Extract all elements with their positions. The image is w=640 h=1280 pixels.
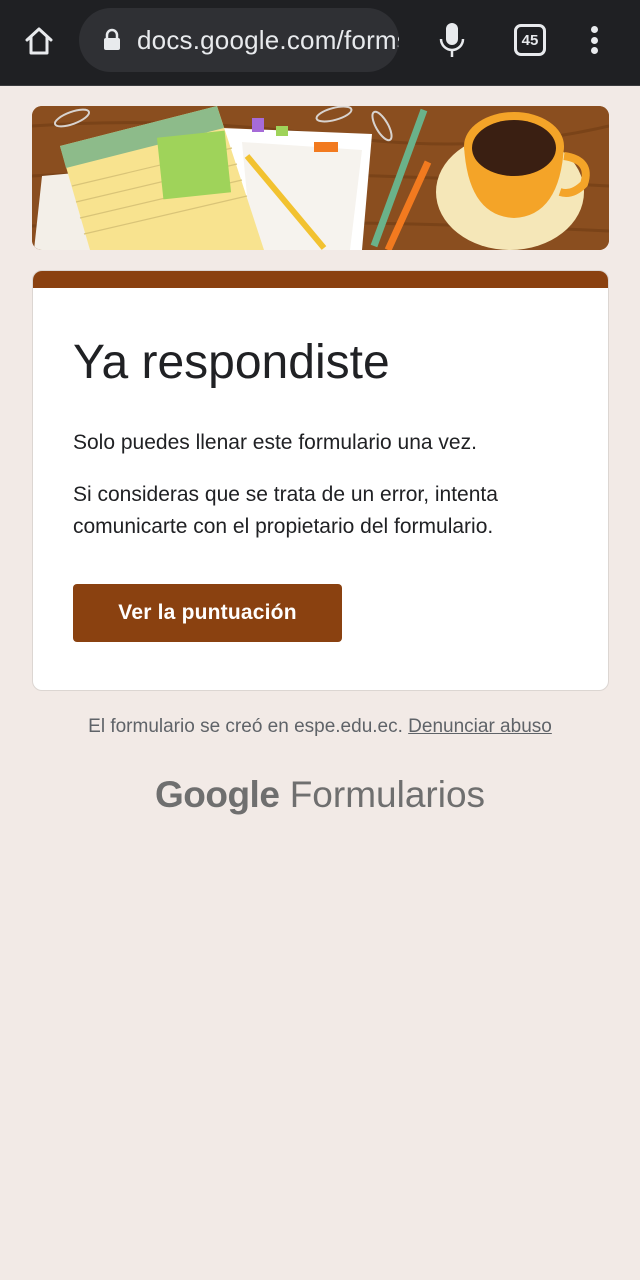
- mic-icon: [439, 23, 465, 57]
- card-accent-bar: [33, 271, 608, 288]
- address-bar[interactable]: docs.google.com/forms: [79, 8, 399, 72]
- report-abuse-link[interactable]: Denunciar abuso: [408, 716, 552, 737]
- url-text[interactable]: docs.google.com/forms: [137, 25, 399, 56]
- view-score-button[interactable]: Ver la puntuación: [73, 584, 342, 642]
- browser-toolbar: docs.google.com/forms 45: [0, 0, 640, 86]
- response-card: Ya respondiste Solo puedes llenar este f…: [32, 270, 609, 691]
- tab-count: 45: [521, 31, 539, 49]
- lock-icon: [101, 27, 123, 53]
- mic-button[interactable]: [436, 20, 468, 60]
- message-contact-owner: Si consideras que se trata de un error, …: [73, 483, 498, 538]
- home-icon: [25, 27, 53, 55]
- footer-note: El formulario se creó en espe.edu.ec. De…: [0, 716, 640, 738]
- tabs-button[interactable]: 45: [514, 24, 546, 56]
- page-title: Ya respondiste: [73, 336, 390, 389]
- header-banner: [32, 106, 609, 250]
- google-wordmark: Google: [154, 774, 280, 815]
- google-forms-logo: Google Formularios: [0, 774, 640, 816]
- forms-wordmark: Formularios: [289, 774, 486, 815]
- home-button[interactable]: [18, 20, 60, 62]
- menu-icon[interactable]: [584, 22, 604, 58]
- created-in-text: El formulario se creó en espe.edu.ec.: [88, 716, 403, 737]
- message-once: Solo puedes llenar este formulario una v…: [73, 431, 477, 454]
